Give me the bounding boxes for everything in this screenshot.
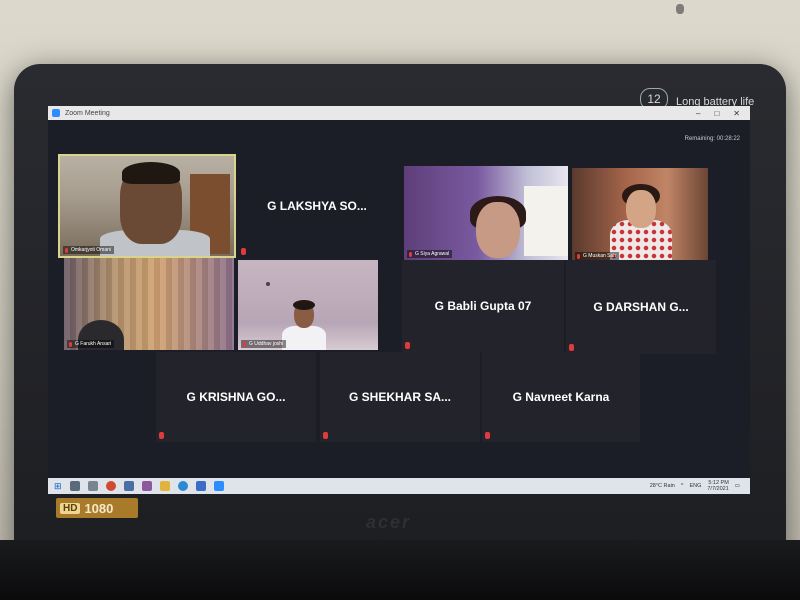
close-button[interactable]: ✕ [733,109,740,118]
background-lamp [266,282,270,286]
participant-face [476,202,520,258]
participant-face [626,190,656,228]
hd-label: HD [60,502,81,514]
mic-muted-icon [569,344,574,351]
participant-name: G KRISHNA GO... [186,390,286,404]
laptop-base [0,540,800,600]
participant-name: G SHEKHAR SA... [348,390,451,404]
meeting-remaining-time: Remaining: 00:28:22 [684,136,740,142]
participant-hair [122,162,180,184]
participant-name-tag: G Siya Agrawal [407,250,453,258]
chevron-up-icon[interactable]: ^ [681,483,684,489]
mic-muted-icon [577,254,580,259]
minimize-button[interactable]: – [696,109,700,118]
notification-icon[interactable]: ▭ [735,483,740,489]
system-tray: 28°C Rain ^ ENG 5:12 PM 7/7/2021 ▭ [650,480,740,492]
mic-muted-icon [405,342,410,349]
mail-icon[interactable] [196,481,206,491]
mic-muted-icon [159,432,164,439]
task-view-icon[interactable] [88,481,98,491]
participant-name: G DARSHAN G... [593,300,689,314]
participant-tile-farukh[interactable]: G Farukh Ansari [64,258,234,350]
hd-badge: HD 1080 [56,498,138,518]
zoom-taskbar-icon[interactable] [214,481,224,491]
participant-tile-navneet[interactable]: G Navneet Karna [482,352,640,442]
mic-muted-icon [323,432,328,439]
participant-name: G LAKSHYA SO... [267,199,367,213]
clock[interactable]: 5:12 PM 7/7/2021 [707,480,728,492]
participant-tile-siya[interactable]: G Siya Agrawal [404,166,568,260]
participant-name-tag: G Uddhav joshi [241,340,287,348]
participant-tile-shekhar[interactable]: G SHEKHAR SA... [320,352,480,442]
photos-icon[interactable] [142,481,152,491]
mic-muted-icon [409,252,412,257]
language-indicator[interactable]: ENG [689,483,701,489]
participant-hair [293,300,315,310]
edge-icon[interactable] [178,481,188,491]
wall-mark [676,4,684,14]
window-controls: – □ ✕ [696,109,740,118]
zoom-meeting-window: Zoom Meeting – □ ✕ Remaining: 00:28:22 O… [48,106,750,494]
mic-muted-icon [485,432,490,439]
window-titlebar: Zoom Meeting – □ ✕ [48,106,750,120]
chrome-icon[interactable] [106,481,116,491]
maximize-button[interactable]: □ [714,109,719,118]
search-icon[interactable] [70,481,80,491]
file-explorer-icon[interactable] [160,481,170,491]
mic-muted-icon [69,342,72,347]
participant-tile-uddhav[interactable]: G Uddhav joshi [238,260,378,350]
zoom-app-icon [52,109,60,117]
participant-tile-krishna[interactable]: G KRISHNA GO... [156,352,316,442]
participant-tile-lakshya[interactable]: G LAKSHYA SO... [238,154,396,258]
hd-resolution: 1080 [84,500,114,516]
weather-widget[interactable]: 28°C Rain [650,483,675,489]
participant-tile-omani[interactable]: Omkarjyoti Omani [58,154,236,258]
participant-name: G Babli Gupta 07 [434,299,532,313]
participant-name-tag: Omkarjyoti Omani [63,246,115,254]
participant-tile-muskan[interactable]: G Muskan Sah [572,168,708,262]
participant-tile-babli[interactable]: G Babli Gupta 07 [402,260,564,352]
mic-muted-icon [241,248,246,255]
participant-tile-darshan[interactable]: G DARSHAN G... [566,260,716,354]
windows-start-icon[interactable]: ⊞ [54,482,62,491]
clock-date: 7/7/2021 [707,486,729,492]
mic-muted-icon [65,248,68,253]
participant-name-tag: G Muskan Sah [575,252,620,260]
mic-muted-icon [243,342,246,347]
window-title: Zoom Meeting [65,109,110,117]
participant-name-tag: G Farukh Ansari [67,340,115,348]
background-window [524,186,568,256]
windows-taskbar: ⊞ 28°C Rain ^ ENG 5:12 PM 7/7/2021 ▭ [48,478,750,494]
participant-name: G Navneet Karna [512,390,610,404]
brand-logo: acer [366,512,412,532]
store-icon[interactable] [124,481,134,491]
participant-shirt [282,326,326,350]
